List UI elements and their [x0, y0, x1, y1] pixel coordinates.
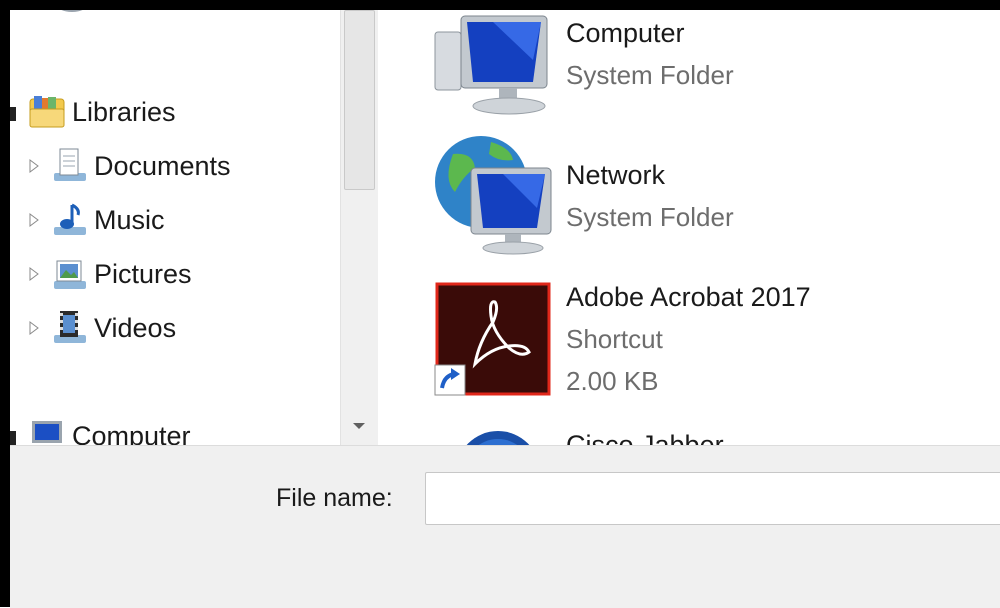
computer-icon: [28, 417, 66, 445]
file-type: System Folder: [566, 60, 734, 90]
expand-arrow-icon[interactable]: [26, 265, 42, 283]
navigation-pane[interactable]: Libraries Documents Music Pictures Video…: [10, 10, 340, 445]
music-icon: [50, 201, 88, 239]
sidebar-item-pictures[interactable]: Pictures: [26, 254, 192, 294]
sidebar-item-label: Computer: [72, 420, 191, 446]
scrollbar-thumb[interactable]: [344, 10, 375, 190]
sidebar-item-computer[interactable]: Computer: [28, 416, 191, 445]
dialog-footer: File name:: [10, 445, 1000, 608]
expand-arrow-icon[interactable]: [26, 157, 42, 175]
file-size: 2.00 KB: [566, 366, 659, 396]
file-name: Adobe Acrobat 2017: [566, 282, 811, 312]
file-item-computer[interactable]: Computer System Folder: [378, 10, 1000, 140]
sidebar-item-label: Music: [94, 204, 165, 235]
file-name: Network: [566, 160, 666, 190]
sidebar-item-videos[interactable]: Videos: [26, 308, 176, 348]
scroll-down-arrow-icon[interactable]: [347, 414, 371, 438]
videos-icon: [50, 309, 88, 347]
file-item-network[interactable]: Network System Folder: [378, 132, 1000, 267]
sidebar-item-label: Pictures: [94, 258, 192, 289]
shortcut-arrow-icon: [434, 364, 466, 396]
file-name-label: File name:: [276, 484, 393, 512]
file-list-pane[interactable]: Computer System Folder Network System Fo…: [378, 10, 1000, 445]
expand-arrow-icon[interactable]: [26, 319, 42, 337]
file-item-cisco-jabber[interactable]: Cisco Jabber: [378, 428, 1000, 445]
documents-icon: [50, 147, 88, 185]
file-name-input[interactable]: [425, 472, 1000, 525]
pictures-icon: [50, 255, 88, 293]
sidebar-item-libraries[interactable]: Libraries: [28, 92, 176, 132]
file-name: Cisco Jabber: [566, 430, 724, 445]
computer-icon: [433, 10, 553, 130]
cisco-jabber-icon: [453, 428, 573, 445]
expand-bullet: [10, 431, 16, 445]
sidebar-item-label: Libraries: [72, 96, 176, 127]
expand-arrow-icon[interactable]: [26, 211, 42, 229]
file-item-adobe-acrobat-2017[interactable]: Adobe Acrobat 2017 Shortcut 2.00 KB: [378, 282, 1000, 402]
file-dialog: Libraries Documents Music Pictures Video…: [0, 0, 1000, 608]
file-type: Shortcut: [566, 324, 663, 354]
window-border-left: [0, 0, 10, 607]
file-name: Computer: [566, 18, 685, 48]
expand-bullet: [10, 107, 16, 121]
sidebar-item-documents[interactable]: Documents: [26, 146, 231, 186]
partial-top-icon: [52, 10, 92, 22]
file-type: System Folder: [566, 202, 734, 232]
sidebar-item-label: Documents: [94, 150, 231, 181]
window-border-top: [0, 0, 1000, 10]
sidebar-item-music[interactable]: Music: [26, 200, 165, 240]
nav-scrollbar[interactable]: [340, 10, 378, 445]
libraries-icon: [28, 93, 66, 131]
network-icon: [433, 132, 553, 255]
sidebar-item-label: Videos: [94, 312, 177, 343]
